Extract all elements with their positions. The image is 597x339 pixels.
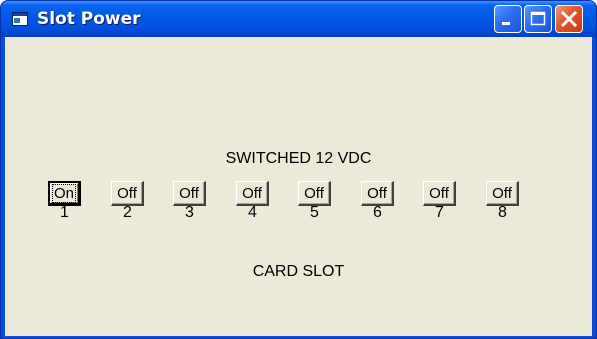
slot-button-label: Off [304, 184, 324, 202]
slot-2-number: 2 [123, 204, 132, 221]
slot-7-power-button[interactable]: Off [423, 181, 456, 206]
slot-3-number: 3 [185, 204, 194, 221]
slot-4-number: 4 [248, 204, 257, 221]
slot-button-label: Off [429, 184, 449, 202]
client-area: SWITCHED 12 VDC On 1 Off 2 Off 3 Off 4 Off 5 Off 6 O… [5, 37, 592, 336]
slot-button-label: Off [179, 184, 199, 202]
slot-1-number: 1 [60, 204, 69, 221]
slot-button-label: Off [367, 184, 387, 202]
slot-8-number: 8 [498, 204, 507, 221]
slot-button-label: Off [117, 184, 137, 202]
slot-button-label: Off [242, 184, 262, 202]
minimize-icon [502, 22, 510, 25]
slot-4-power-button[interactable]: Off [236, 181, 269, 206]
app-window-icon [12, 12, 28, 26]
slot-3-power-button[interactable]: Off [173, 181, 206, 206]
slot-6-power-button[interactable]: Off [361, 181, 394, 206]
slot-5-power-button[interactable]: Off [298, 181, 331, 206]
maximize-icon [530, 11, 546, 26]
slot-8-power-button[interactable]: Off [486, 181, 519, 206]
slot-button-label: Off [492, 184, 512, 202]
close-icon [560, 10, 578, 28]
title-bar[interactable]: Slot Power [1, 1, 596, 37]
slot-7-number: 7 [435, 204, 444, 221]
slot-2-power-button[interactable]: Off [111, 181, 144, 206]
slot-button-label: On [51, 183, 77, 203]
slot-6-number: 6 [373, 204, 382, 221]
switched-12vdc-label: SWITCHED 12 VDC [225, 150, 372, 167]
maximize-button[interactable] [524, 5, 552, 33]
slot-5-number: 5 [310, 204, 319, 221]
close-button[interactable] [555, 5, 583, 33]
window-title: Slot Power [37, 9, 141, 29]
slot-power-window: Slot Power SWITCHED 12 VDC On 1 Off 2 Off 3 Of… [0, 0, 597, 339]
card-slot-label: CARD SLOT [252, 263, 345, 280]
minimize-button[interactable] [494, 5, 522, 33]
slot-1-power-button[interactable]: On [48, 181, 81, 206]
